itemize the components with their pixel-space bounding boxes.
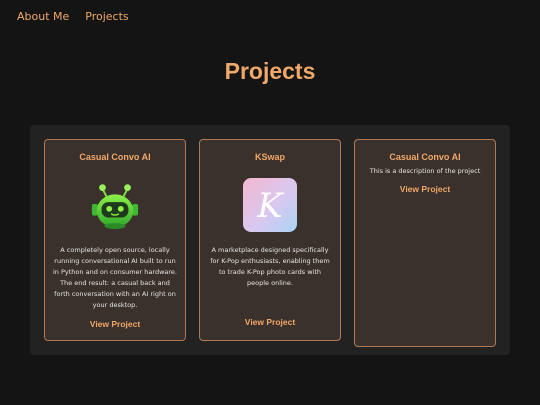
nav-about-me-link[interactable]: About Me — [17, 10, 69, 23]
view-project-link[interactable]: View Project — [400, 184, 450, 194]
project-card-description: This is a description of the project — [369, 167, 481, 175]
project-card-title: Casual Convo AI — [79, 152, 151, 162]
project-card-description: A marketplace designed specifically for … — [210, 246, 330, 287]
view-project-link[interactable]: View Project — [90, 319, 140, 329]
kswap-logo-icon: K — [243, 178, 297, 232]
projects-panel: Casual Convo AI A completely open source… — [30, 125, 510, 355]
top-nav: About Me Projects — [17, 10, 129, 23]
project-card-kswap: KSwap K A marketplace designed specifica… — [199, 139, 341, 341]
robot-head-icon — [91, 184, 139, 230]
project-card-casual-convo-ai: Casual Convo AI A completely open source… — [44, 139, 186, 341]
page-title: Projects — [224, 58, 316, 84]
project-card-description: A completely open source, locally runnin… — [53, 246, 177, 309]
view-project-link[interactable]: View Project — [245, 317, 295, 327]
nav-projects-link[interactable]: Projects — [85, 10, 128, 23]
project-card-title: KSwap — [254, 152, 285, 162]
project-card-casual-convo-ai-2: Casual Convo AI This is a description of… — [354, 139, 496, 347]
kswap-logo-letter: K — [256, 186, 285, 226]
project-card-title: Casual Convo AI — [389, 152, 461, 162]
